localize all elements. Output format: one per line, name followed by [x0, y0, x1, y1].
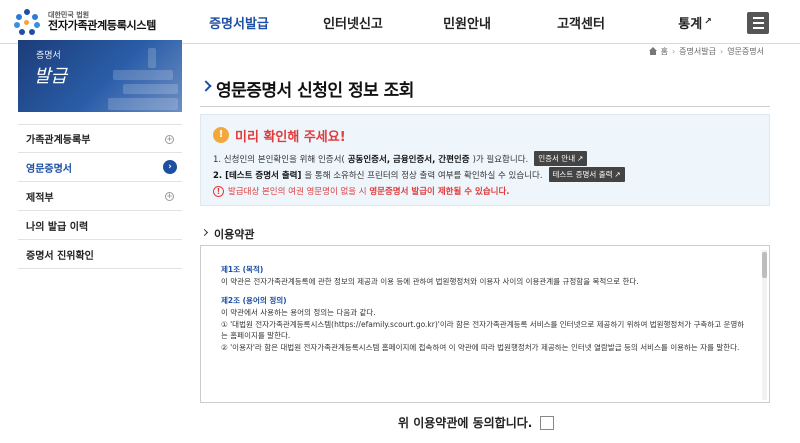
chevron-right-icon: › — [163, 160, 177, 174]
certificate-guide-button[interactable]: 인증서 안내 ↗ — [534, 151, 588, 166]
title-divider — [200, 106, 770, 107]
sidebar-item-removed-register[interactable]: 제적부 + — [18, 182, 182, 211]
home-icon — [648, 47, 657, 55]
main-nav: 증명서발급 인터넷신고 민원안내 고객센터 통계 ↗ — [182, 0, 752, 44]
terms-article-item: ② '이용자'라 함은 대법원 전자가족관계등록시스템 홈페이지에 접속하여 이… — [221, 342, 740, 352]
breadcrumb-level1[interactable]: 증명서발급 — [679, 46, 716, 57]
notice-line-2: 2. [테스트 증명서 출력] 을 통해 소유하신 프린터의 정상 출력 여부를 … — [213, 167, 625, 182]
logo-title: 전자가족관계등록시스템 — [48, 18, 157, 32]
warning-icon: ! — [213, 185, 224, 197]
banner-title-main: 발급 — [34, 66, 68, 87]
agree-label[interactable]: 위 이용약관에 동의합니다. — [398, 414, 532, 431]
hamburger-icon — [752, 17, 764, 19]
hamburger-icon — [752, 22, 764, 24]
sidebar-item-english-certificate[interactable]: 영문증명서 › — [18, 153, 182, 182]
agree-checkbox[interactable] — [540, 415, 555, 430]
hamburger-menu-button[interactable] — [747, 12, 769, 34]
notice-text: 1. 신청인의 본인확인을 위해 인증서( — [213, 154, 345, 165]
warning-text: 발급대상 본인의 여권 영문명이 없을 시 — [228, 187, 370, 197]
breadcrumb-separator: › — [671, 46, 676, 56]
test-print-button[interactable]: 테스트 증명서 출력 ↗ — [548, 167, 625, 182]
sidebar-item-label: 가족관계등록부 — [26, 135, 91, 146]
nav-customer-center[interactable]: 고객센터 — [524, 0, 638, 44]
warning-emphasis: 영문증명서 발급이 제한될 수 있습니다. — [369, 187, 510, 197]
terms-content: 제1조 (목적) 이 약관은 전자가족관계등록에 관한 정보의 제공과 이용 등… — [221, 264, 749, 353]
expand-icon: + — [165, 192, 174, 201]
terms-article-title: 제2조 (용어의 정의) — [221, 296, 287, 306]
button-label: 인증서 안내 — [538, 154, 576, 163]
scrollbar-thumb[interactable] — [762, 252, 767, 278]
nav-civil-guide[interactable]: 민원안내 — [410, 0, 524, 44]
terms-article-body: 이 약관은 전자가족관계등록에 관한 정보의 제공과 이용 등에 관하여 법원행… — [221, 276, 639, 286]
expand-icon: + — [165, 135, 174, 144]
title-chevron-icon — [200, 80, 212, 92]
breadcrumb-separator: › — [719, 46, 724, 56]
external-link-icon: ↗ — [704, 17, 712, 27]
court-emblem-icon — [12, 7, 42, 37]
nav-certificate-issue[interactable]: 증명서발급 — [182, 0, 296, 44]
sidebar-nav: 가족관계등록부 + 영문증명서 › 제적부 + 나의 발급 이력 증명서 진위확… — [18, 124, 182, 269]
notice-line-1: 1. 신청인의 본인확인을 위해 인증서(공동인증서, 금융인증서, 간편인증)… — [213, 151, 588, 166]
nav-label: 고객센터 — [557, 16, 605, 32]
external-link-icon: ↗ — [614, 170, 621, 179]
terms-scroll-box[interactable]: 제1조 (목적) 이 약관은 전자가족관계등록에 관한 정보의 제공과 이용 등… — [200, 245, 770, 403]
warning-message: ! 발급대상 본인의 여권 영문명이 없을 시 영문증명서 발급이 제한될 수 … — [213, 185, 510, 197]
sidebar-item-label: 나의 발급 이력 — [26, 221, 89, 233]
terms-section-title: 이용약관 — [214, 228, 255, 241]
nav-label: 인터넷신고 — [323, 16, 383, 32]
notice-heading: 미리 확인해 주세요! — [235, 130, 346, 145]
breadcrumb-home[interactable]: 홈 — [661, 46, 668, 57]
sidebar-item-family-register[interactable]: 가족관계등록부 + — [18, 124, 182, 153]
sidebar-item-label: 영문증명서 — [26, 163, 72, 175]
page-title: 영문증명서 신청인 정보 조회 — [216, 81, 414, 101]
megaphone-icon: ! — [213, 127, 229, 143]
sidebar-item-issue-history[interactable]: 나의 발급 이력 — [18, 211, 182, 240]
banner-title-top: 증명서 — [36, 51, 61, 61]
nav-label: 증명서발급 — [209, 16, 269, 32]
hamburger-icon — [752, 27, 764, 29]
sidebar-item-label: 증명서 진위확인 — [26, 250, 94, 262]
section-chevron-icon — [200, 228, 209, 237]
sidebar-banner: 증명서 발급 — [18, 40, 182, 112]
breadcrumb: 홈 › 증명서발급 › 영문증명서 — [648, 44, 764, 58]
nav-internet-report[interactable]: 인터넷신고 — [296, 0, 410, 44]
notice-emphasis: 공동인증서, 금융인증서, 간편인증 — [347, 154, 470, 165]
notice-box: ! 미리 확인해 주세요! 1. 신청인의 본인확인을 위해 인증서(공동인증서… — [200, 114, 770, 206]
sidebar-item-label: 제적부 — [26, 192, 54, 204]
nav-label: 민원안내 — [443, 16, 491, 32]
site-header: 대한민국 법원 전자가족관계등록시스템 증명서발급 인터넷신고 민원안내 고객센… — [0, 0, 800, 44]
nav-label: 통계 — [678, 16, 703, 32]
sidebar-item-verify-certificate[interactable]: 증명서 진위확인 — [18, 240, 182, 269]
terms-article-item: ① '대법원 전자가족관계등록시스템(https://efamily.scour… — [221, 319, 745, 341]
external-link-icon: ↗ — [577, 154, 584, 163]
button-label: 테스트 증명서 출력 — [552, 170, 613, 179]
terms-agree-row: 위 이용약관에 동의합니다. — [398, 414, 555, 431]
notice-text: 을 통해 소유하신 프린터의 정상 출력 여부를 확인하실 수 있습니다. — [304, 170, 543, 181]
notice-emphasis: 2. [테스트 증명서 출력] — [213, 170, 302, 181]
site-logo[interactable]: 대한민국 법원 전자가족관계등록시스템 — [12, 5, 182, 39]
terms-article-title: 제1조 (목적) — [221, 265, 264, 274]
terms-article-body: 이 약관에서 사용하는 용어의 정의는 다음과 같다. — [221, 307, 376, 317]
notice-text: )가 필요합니다. — [472, 154, 529, 165]
nav-statistics[interactable]: 통계 ↗ — [638, 0, 752, 44]
breadcrumb-current: 영문증명서 — [727, 46, 764, 56]
